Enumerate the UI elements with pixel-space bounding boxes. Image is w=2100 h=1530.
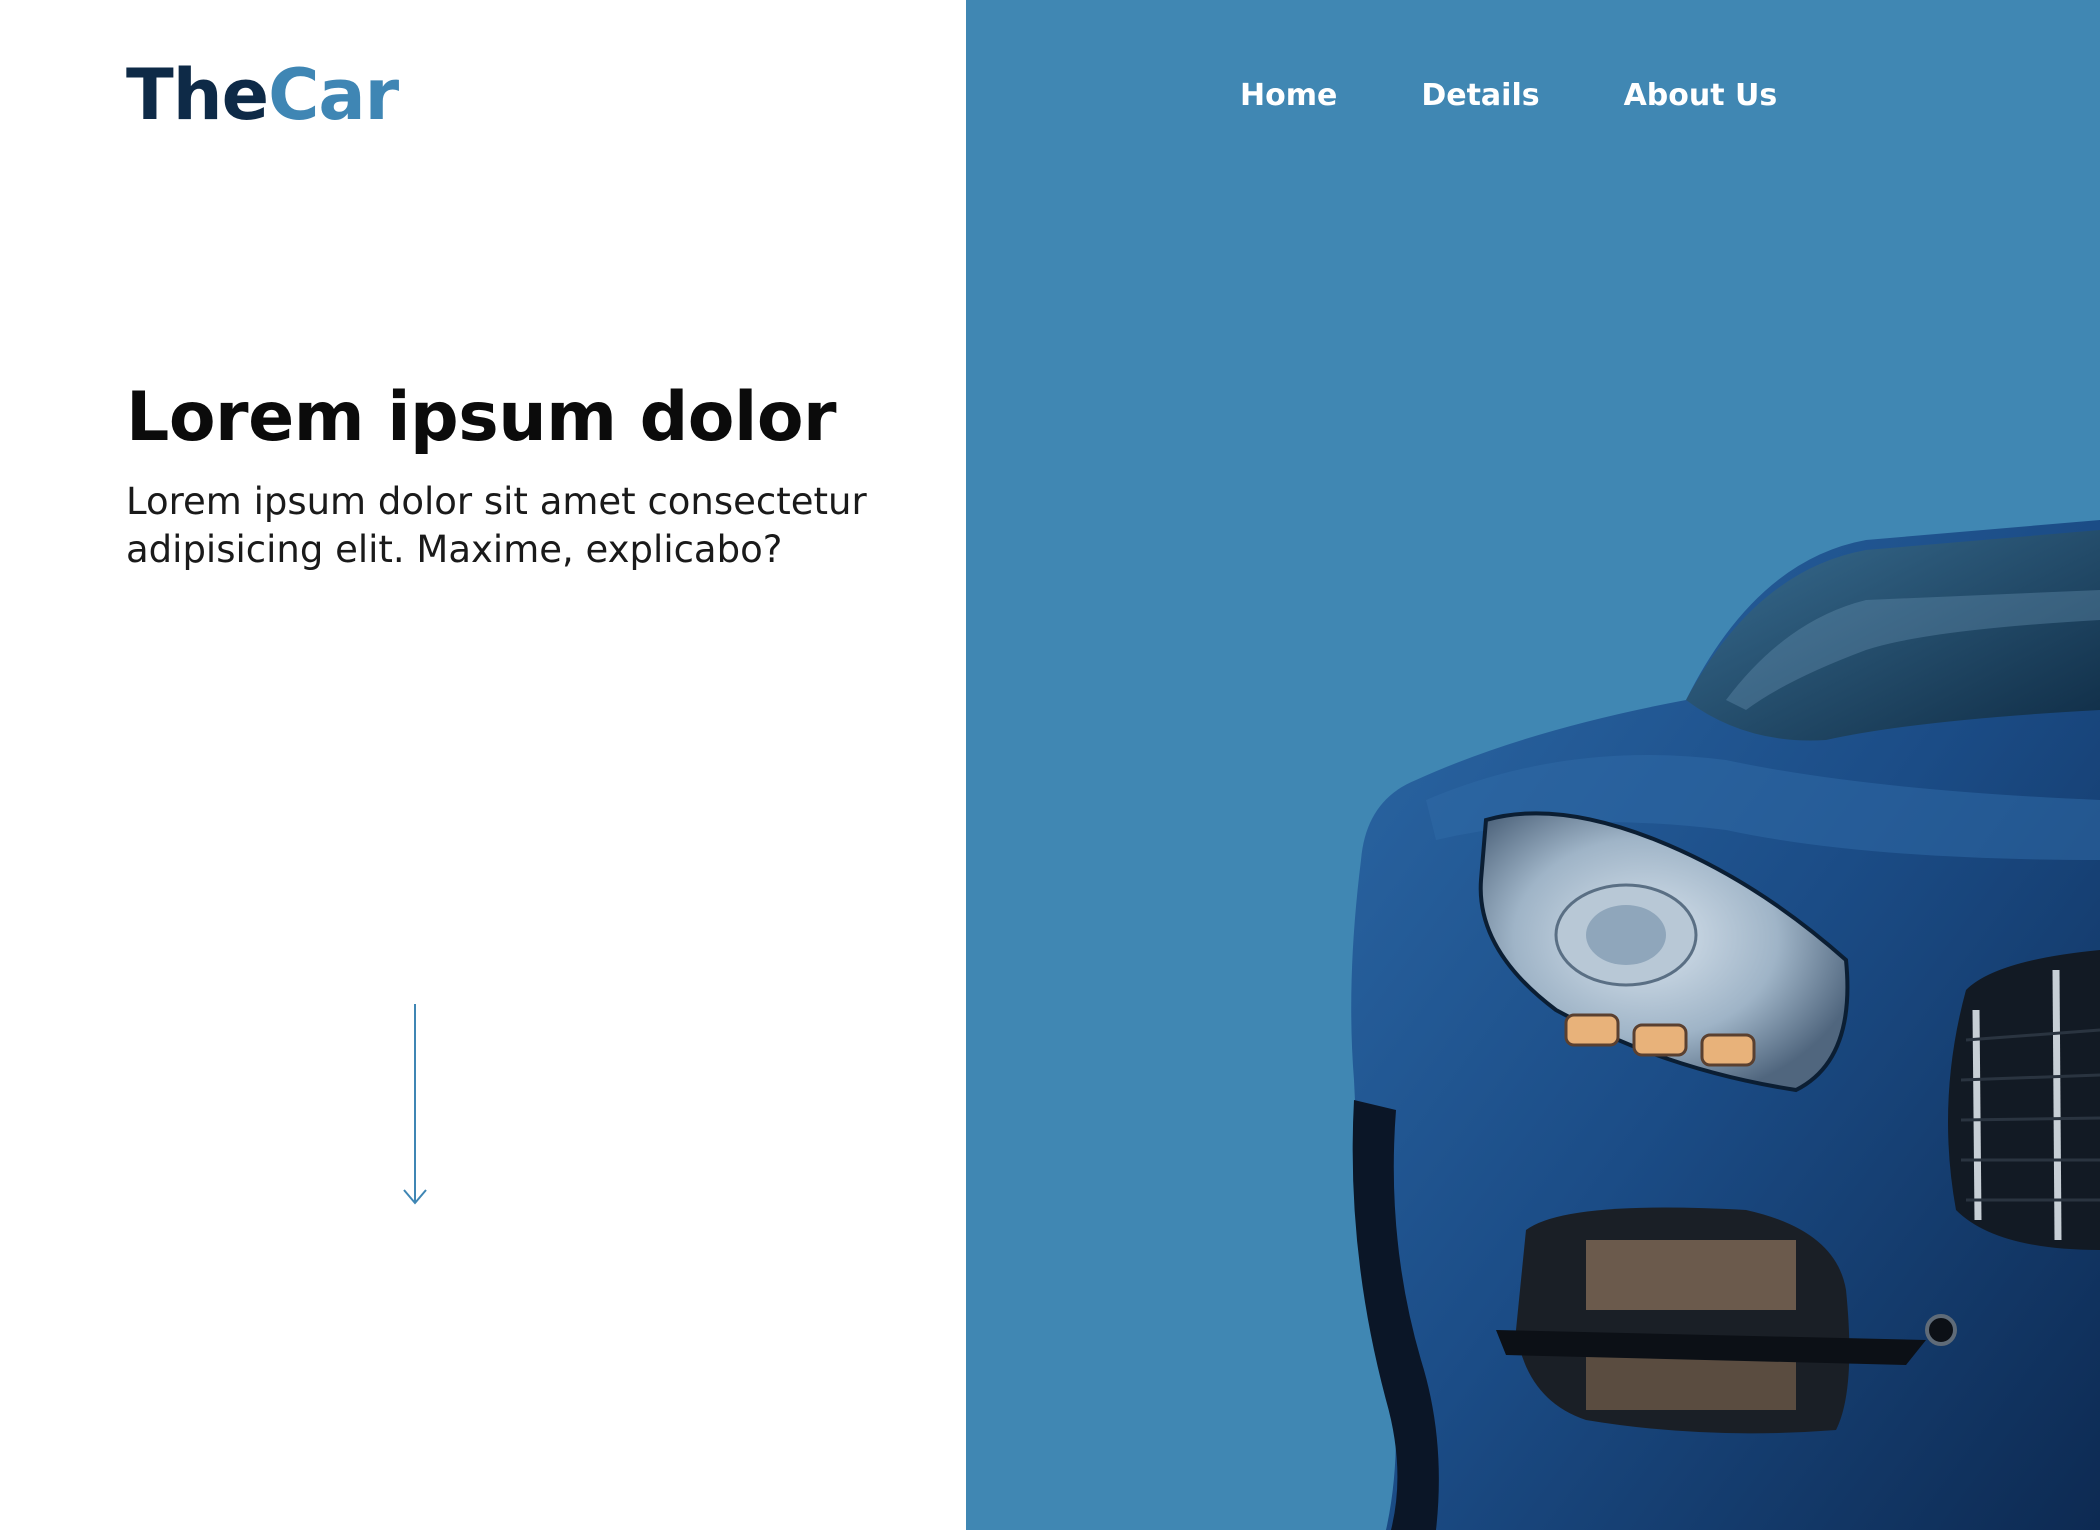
landing-page: TheCar Lorem ipsum dolor Lorem ipsum dol… — [0, 0, 2100, 1530]
nav-about-us[interactable]: About Us — [1624, 78, 1778, 113]
hero-description: Lorem ipsum dolor sit amet consectetur a… — [126, 480, 867, 571]
car-image — [1351, 520, 2100, 1530]
hero-title: Lorem ipsum dolor — [126, 378, 837, 457]
nav-home[interactable]: Home — [1240, 78, 1337, 113]
logo-text-the: The — [126, 54, 269, 136]
site-logo[interactable]: TheCar — [126, 60, 399, 130]
hero-left-panel: TheCar Lorem ipsum dolor Lorem ipsum dol… — [0, 0, 966, 1530]
arrow-down-icon[interactable] — [400, 1004, 430, 1206]
hero-image-panel — [966, 0, 2100, 1530]
nav-details[interactable]: Details — [1421, 78, 1539, 113]
main-nav: Home Details About Us — [1240, 78, 1777, 113]
logo-text-car: Car — [268, 54, 399, 136]
